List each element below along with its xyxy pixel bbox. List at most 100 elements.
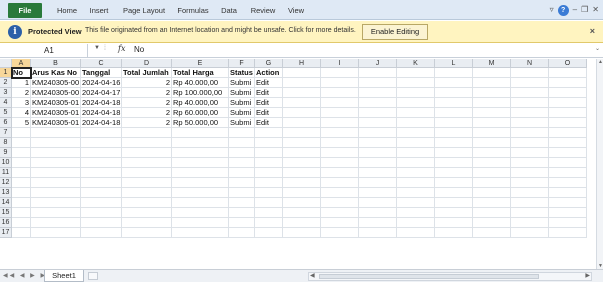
minimize-window-icon[interactable]: – <box>573 3 577 17</box>
table-cell[interactable]: 2024-04-18 <box>81 108 122 118</box>
empty-cell[interactable] <box>473 168 511 178</box>
table-cell[interactable]: 2024-04-18 <box>81 118 122 128</box>
empty-cell[interactable] <box>255 138 283 148</box>
empty-cell[interactable] <box>321 178 359 188</box>
empty-cell[interactable] <box>321 138 359 148</box>
empty-cell[interactable] <box>473 158 511 168</box>
empty-cell[interactable] <box>511 118 549 128</box>
empty-cell[interactable] <box>473 68 511 78</box>
column-header-e[interactable]: E <box>172 59 229 68</box>
horizontal-scroll-thumb[interactable] <box>319 274 539 279</box>
empty-cell[interactable] <box>321 108 359 118</box>
empty-cell[interactable] <box>549 78 587 88</box>
restore-window-icon[interactable]: ❐ <box>581 3 588 17</box>
empty-cell[interactable] <box>321 228 359 238</box>
empty-cell[interactable] <box>549 168 587 178</box>
empty-cell[interactable] <box>511 218 549 228</box>
empty-cell[interactable] <box>549 68 587 78</box>
empty-cell[interactable] <box>511 188 549 198</box>
table-cell[interactable]: Submi <box>229 78 255 88</box>
empty-cell[interactable] <box>122 208 172 218</box>
empty-cell[interactable] <box>397 148 435 158</box>
table-header-cell[interactable]: Status <box>229 68 255 78</box>
empty-cell[interactable] <box>549 98 587 108</box>
empty-cell[interactable] <box>359 118 397 128</box>
empty-cell[interactable] <box>255 218 283 228</box>
table-cell[interactable]: 3 <box>12 98 31 108</box>
empty-cell[interactable] <box>81 168 122 178</box>
empty-cell[interactable] <box>359 168 397 178</box>
empty-cell[interactable] <box>511 98 549 108</box>
empty-cell[interactable] <box>255 148 283 158</box>
empty-cell[interactable] <box>321 78 359 88</box>
table-cell[interactable]: 2024-04-17 <box>81 88 122 98</box>
table-cell[interactable]: Rp 100.000,00 <box>172 88 229 98</box>
table-header-cell[interactable]: Total Harga <box>172 68 229 78</box>
empty-cell[interactable] <box>229 178 255 188</box>
empty-cell[interactable] <box>359 218 397 228</box>
row-header-1[interactable]: 1 <box>0 68 12 78</box>
empty-cell[interactable] <box>31 208 81 218</box>
empty-cell[interactable] <box>31 178 81 188</box>
empty-cell[interactable] <box>435 68 473 78</box>
empty-cell[interactable] <box>359 128 397 138</box>
empty-cell[interactable] <box>511 198 549 208</box>
column-header-a[interactable]: A <box>12 59 31 68</box>
empty-cell[interactable] <box>359 78 397 88</box>
empty-cell[interactable] <box>283 168 321 178</box>
empty-cell[interactable] <box>473 188 511 198</box>
table-cell[interactable]: KM240305-01 <box>31 118 81 128</box>
empty-cell[interactable] <box>549 158 587 168</box>
empty-cell[interactable] <box>12 208 31 218</box>
empty-cell[interactable] <box>473 128 511 138</box>
empty-cell[interactable] <box>12 168 31 178</box>
empty-cell[interactable] <box>435 228 473 238</box>
empty-cell[interactable] <box>435 148 473 158</box>
empty-cell[interactable] <box>397 88 435 98</box>
row-header-14[interactable]: 14 <box>0 198 12 208</box>
table-cell[interactable]: 2 <box>122 78 172 88</box>
empty-cell[interactable] <box>549 198 587 208</box>
empty-cell[interactable] <box>321 168 359 178</box>
empty-cell[interactable] <box>81 198 122 208</box>
table-cell[interactable]: Rp 40.000,00 <box>172 98 229 108</box>
empty-cell[interactable] <box>81 138 122 148</box>
horizontal-scrollbar[interactable]: ◀ ▶ <box>308 272 592 281</box>
empty-cell[interactable] <box>359 68 397 78</box>
empty-cell[interactable] <box>473 178 511 188</box>
empty-cell[interactable] <box>511 148 549 158</box>
table-cell[interactable]: Edit <box>255 98 283 108</box>
column-header-k[interactable]: K <box>397 59 435 68</box>
table-cell[interactable]: Edit <box>255 108 283 118</box>
table-header-cell[interactable]: Total Jumlah <box>122 68 172 78</box>
empty-cell[interactable] <box>283 128 321 138</box>
empty-cell[interactable] <box>122 188 172 198</box>
empty-cell[interactable] <box>549 208 587 218</box>
column-header-d[interactable]: D <box>122 59 172 68</box>
empty-cell[interactable] <box>12 218 31 228</box>
empty-cell[interactable] <box>172 158 229 168</box>
empty-cell[interactable] <box>172 208 229 218</box>
empty-cell[interactable] <box>255 198 283 208</box>
empty-cell[interactable] <box>283 148 321 158</box>
empty-cell[interactable] <box>229 218 255 228</box>
table-header-cell[interactable]: Action <box>255 68 283 78</box>
empty-cell[interactable] <box>283 118 321 128</box>
select-all-corner[interactable] <box>0 59 12 68</box>
empty-cell[interactable] <box>549 148 587 158</box>
empty-cell[interactable] <box>473 218 511 228</box>
empty-cell[interactable] <box>549 228 587 238</box>
empty-cell[interactable] <box>359 148 397 158</box>
empty-cell[interactable] <box>283 218 321 228</box>
table-cell[interactable]: KM240305-01 <box>31 98 81 108</box>
empty-cell[interactable] <box>229 188 255 198</box>
table-header-cell[interactable]: No <box>12 68 31 78</box>
empty-cell[interactable] <box>397 108 435 118</box>
table-cell[interactable]: 2 <box>122 88 172 98</box>
empty-cell[interactable] <box>473 108 511 118</box>
empty-cell[interactable] <box>511 228 549 238</box>
empty-cell[interactable] <box>229 168 255 178</box>
tab-page-layout[interactable]: Page Layout <box>116 4 172 17</box>
formula-input[interactable]: No <box>134 45 144 54</box>
empty-cell[interactable] <box>397 198 435 208</box>
